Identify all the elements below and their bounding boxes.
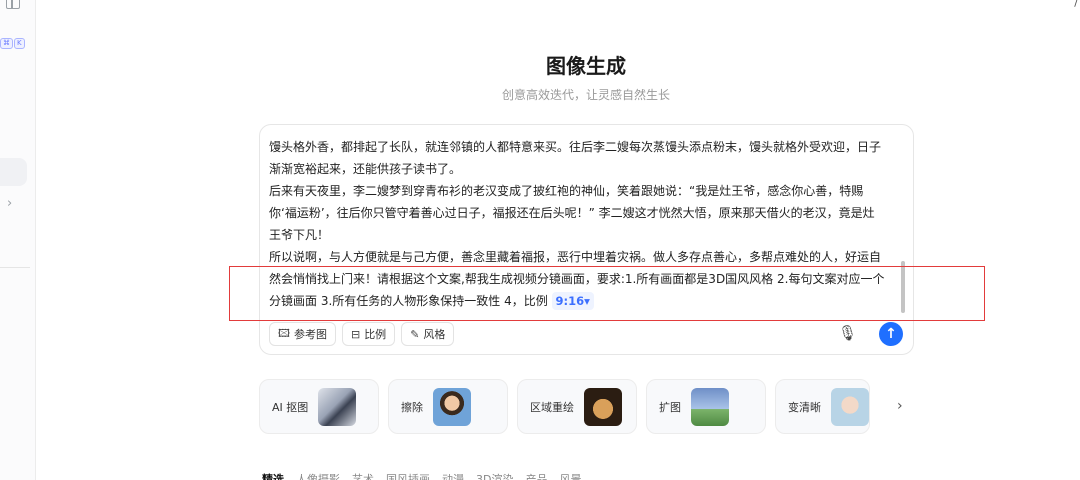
sidebar-toggle-icon[interactable] xyxy=(6,0,20,9)
tab-guofeng[interactable]: 国风插画 xyxy=(386,471,430,480)
ratio-label: 比例 xyxy=(364,328,387,341)
feature-cards: AI 抠图 擦除 区域重绘 扩图 变清晰 xyxy=(259,379,870,434)
reference-image-button[interactable]: 🖾 参考图 xyxy=(269,322,336,346)
feature-thumbnail xyxy=(433,387,471,426)
chevron-right-icon[interactable]: › xyxy=(7,196,12,211)
style-label: 风格 xyxy=(423,328,446,341)
feature-thumbnail xyxy=(691,387,729,426)
ratio-button[interactable]: ⊟ 比例 xyxy=(341,322,396,346)
tab-portrait[interactable]: 人像摄影 xyxy=(296,471,340,480)
tab-anime[interactable]: 动漫 xyxy=(442,471,464,480)
feature-card-outpaint[interactable]: 扩图 xyxy=(646,379,766,434)
page-subtitle: 创意高效迭代，让灵感自然生长 xyxy=(501,88,670,102)
aspect-ratio-icon: ⊟ xyxy=(350,327,361,341)
tab-3d[interactable]: 3D渲染 xyxy=(476,471,513,480)
prompt-line: 渐渐宽裕起来，还能供孩子读书了。 xyxy=(269,162,462,176)
sidebar-active-item[interactable] xyxy=(0,158,27,186)
feature-thumbnail xyxy=(584,387,622,426)
chevron-right-icon[interactable]: › xyxy=(897,398,903,414)
highlight-annotation xyxy=(229,266,985,321)
feature-label: AI 抠图 xyxy=(272,400,309,414)
sidebar-divider xyxy=(0,267,30,268)
feature-card-erase[interactable]: 擦除 xyxy=(388,379,508,434)
arrow-up-icon: ↑ xyxy=(885,326,897,342)
reference-image-label: 参考图 xyxy=(293,328,327,341)
feature-thumbnail xyxy=(318,387,357,426)
tab-art[interactable]: 艺术 xyxy=(352,471,374,480)
shortcut-key-cmd: ⌘ xyxy=(0,38,13,49)
image-generation-page: ⌘ K › / 图像生成 创意高效迭代，让灵感自然生长 馒头格外香，都排起了长队… xyxy=(0,0,1080,480)
feature-label: 擦除 xyxy=(401,400,423,414)
feature-label: 区域重绘 xyxy=(530,400,574,414)
tab-product[interactable]: 产品 xyxy=(525,471,547,480)
prompt-line: 所以说啊，与人方便就是与己方便，善念里藏着福报，恶行中埋着灾祸。做人多存点善心，… xyxy=(269,250,882,264)
page-title: 图像生成 xyxy=(546,54,626,78)
feature-card-upscale[interactable]: 变清晰 xyxy=(775,379,870,434)
microphone-icon[interactable]: 🎙 xyxy=(838,324,857,342)
feature-card-cutout[interactable]: AI 抠图 xyxy=(259,379,379,434)
shortcut-hint: ⌘ K xyxy=(0,38,25,49)
image-icon: 🖾 xyxy=(278,326,290,340)
prompt-line: 你‘福运粉’，往后你只管守着善心过日子，福报还在后头呢！” 李二嫂这才恍然大悟，… xyxy=(269,206,875,220)
category-tabs: 精选 人像摄影 艺术 国风插画 动漫 3D渲染 产品 风景 xyxy=(262,471,581,480)
feature-thumbnail xyxy=(831,387,869,426)
brush-icon: ✎ xyxy=(410,327,420,341)
tab-landscape[interactable]: 风景 xyxy=(559,471,581,480)
tab-featured[interactable]: 精选 xyxy=(262,471,284,480)
feature-card-inpaint[interactable]: 区域重绘 xyxy=(517,379,637,434)
send-button[interactable]: ↑ xyxy=(879,322,903,346)
shortcut-key-k: K xyxy=(14,38,25,49)
prompt-line: 后来有天夜里，李二嫂梦到穿青布衫的老汉变成了披红袍的神仙，笑着跟她说：“我是灶王… xyxy=(269,184,864,198)
feature-label: 扩图 xyxy=(659,400,681,414)
style-button[interactable]: ✎ 风格 xyxy=(401,322,455,346)
prompt-toolbar: 🖾 参考图 ⊟ 比例 ✎ 风格 xyxy=(269,322,455,346)
prompt-line: 王爷下凡！ xyxy=(269,228,330,242)
prompt-line: 馒头格外香，都排起了长队，就连邻镇的人都特意来买。往后李二嫂每次蒸馒头添点粉末，… xyxy=(269,140,882,154)
corner-glyph: / xyxy=(1074,0,1078,9)
feature-label: 变清晰 xyxy=(788,400,821,414)
